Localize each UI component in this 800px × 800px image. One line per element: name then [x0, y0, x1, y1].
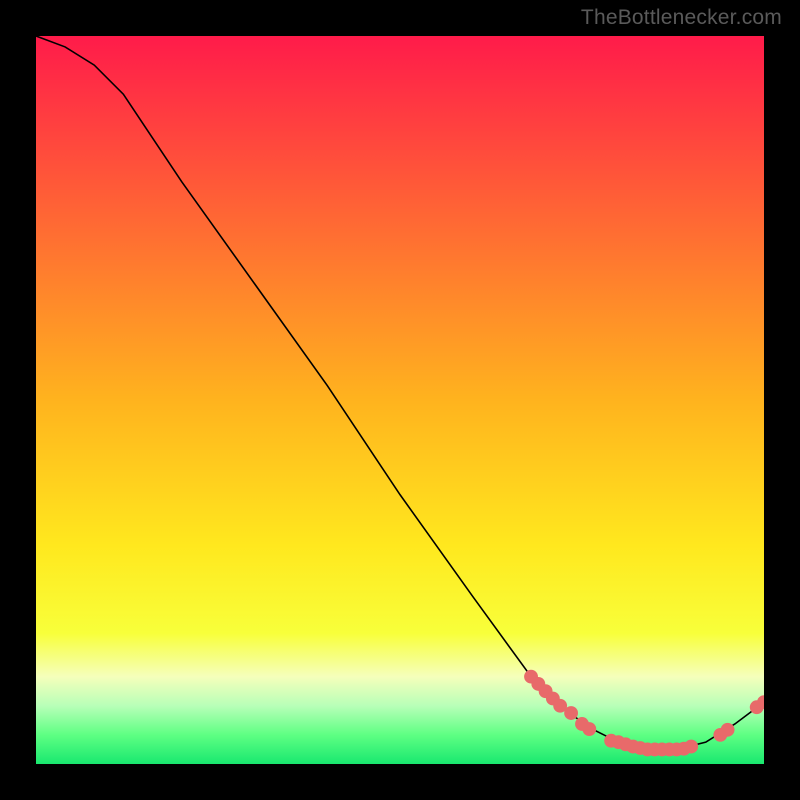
highlight-dot — [582, 722, 596, 736]
highlight-dots — [524, 670, 764, 757]
highlight-dot — [684, 740, 698, 754]
bottleneck-curve — [36, 36, 764, 749]
chart-container: TheBottlenecker.com — [0, 0, 800, 800]
highlight-dot — [721, 723, 735, 737]
plot-area — [36, 36, 764, 764]
highlight-dot — [564, 706, 578, 720]
watermark-text: TheBottlenecker.com — [581, 6, 782, 30]
curve-layer — [36, 36, 764, 764]
